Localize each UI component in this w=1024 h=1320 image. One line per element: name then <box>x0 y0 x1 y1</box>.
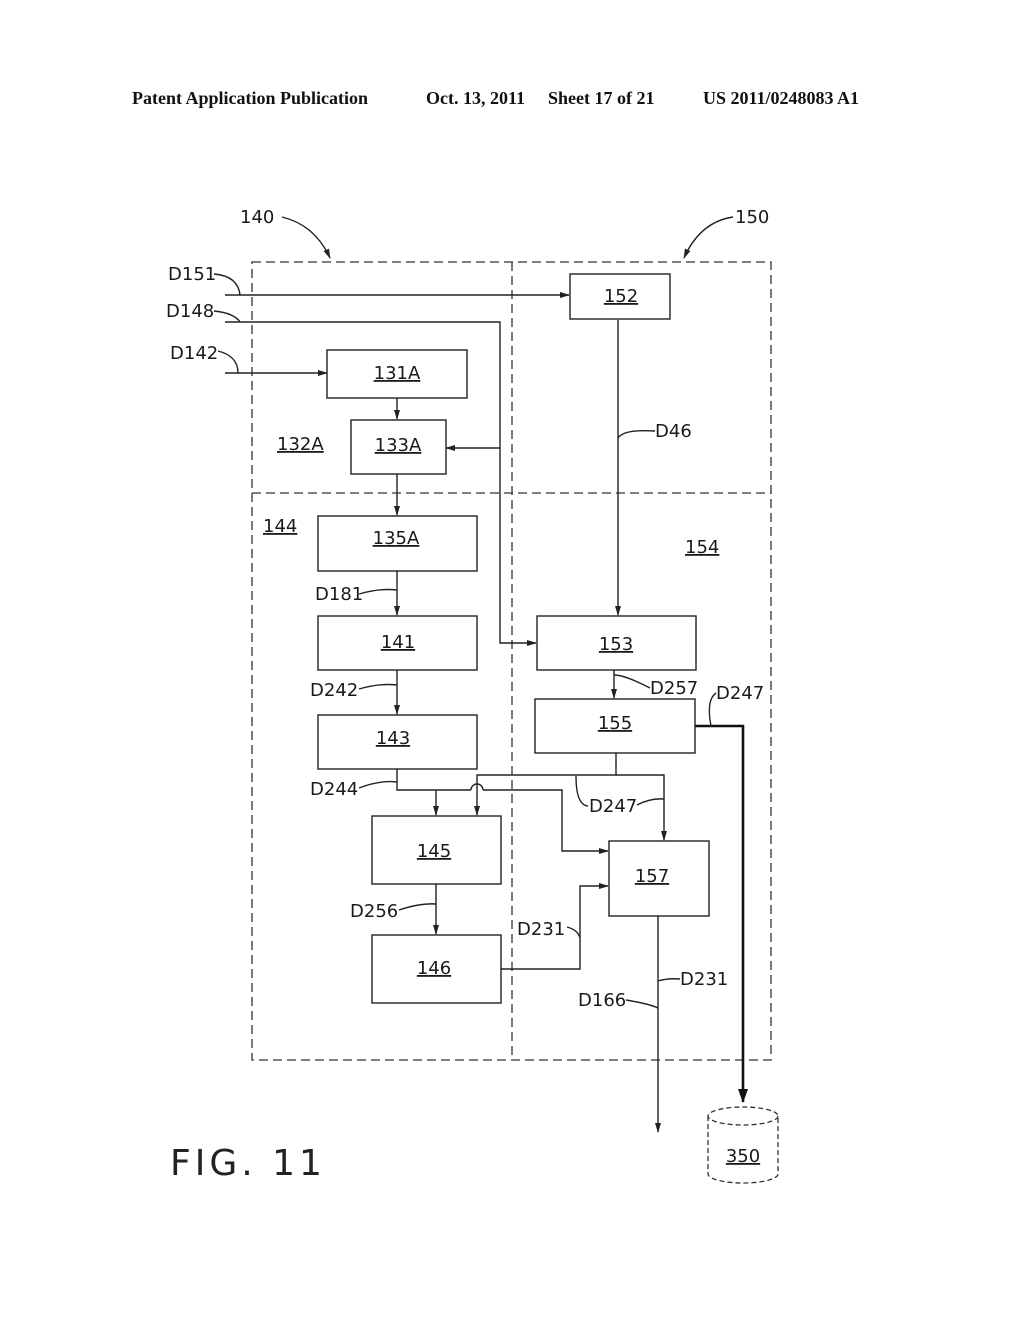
block-157: 157 <box>608 840 710 917</box>
block-145: 145 <box>371 815 502 885</box>
signal-label-d151: D151 <box>168 264 216 285</box>
signal-label-d166: D166 <box>578 990 626 1011</box>
block-label-133A: 133A <box>375 435 422 456</box>
signal-label-d256: D256 <box>350 901 398 922</box>
region-label-132A: 132A <box>277 434 324 455</box>
region-label-140: 140 <box>240 207 274 228</box>
block-label-145: 145 <box>417 841 451 862</box>
block-label-153: 153 <box>599 634 633 655</box>
line-d244 <box>396 769 471 791</box>
database-label-350: 350 <box>726 1146 760 1167</box>
block-label-131A: 131A <box>374 363 421 384</box>
leader-140 <box>281 216 331 259</box>
block-label-146: 146 <box>417 958 451 979</box>
signal-label-d46: D46 <box>655 421 692 442</box>
database-350: 350 <box>707 1106 779 1184</box>
block-141: 141 <box>317 615 478 671</box>
block-153: 153 <box>536 615 697 671</box>
block-diagram: 140 150 132A 144 154 D151 D148 D142 D46 … <box>166 207 779 1184</box>
block-label-155: 155 <box>598 713 632 734</box>
leader-150 <box>683 216 734 259</box>
block-label-135A: 135A <box>373 528 420 549</box>
region-label-154: 154 <box>685 537 719 558</box>
block-133A: 133A <box>350 419 447 475</box>
region-label-150: 150 <box>735 207 769 228</box>
signal-label-d231-left: D231 <box>517 919 565 940</box>
block-146: 146 <box>371 934 502 1004</box>
signal-label-d242: D242 <box>310 680 358 701</box>
block-label-143: 143 <box>376 728 410 749</box>
signal-label-d247-top: D247 <box>716 683 764 704</box>
signal-label-d148: D148 <box>166 301 214 322</box>
signal-label-d257: D257 <box>650 678 698 699</box>
block-131A: 131A <box>326 349 468 399</box>
region-label-144: 144 <box>263 516 297 537</box>
signal-label-d244: D244 <box>310 779 358 800</box>
signal-label-d247-mid: D247 <box>589 796 637 817</box>
block-152: 152 <box>569 273 671 320</box>
block-155: 155 <box>534 698 696 754</box>
signal-label-d181: D181 <box>315 584 363 605</box>
block-135A: 135A <box>317 515 478 572</box>
block-label-157: 157 <box>635 866 669 887</box>
signal-label-d231-right: D231 <box>680 969 728 990</box>
figure-label: FIG. 11 <box>170 1143 326 1184</box>
block-143: 143 <box>317 714 478 770</box>
block-label-141: 141 <box>381 632 415 653</box>
block-label-152: 152 <box>604 286 638 307</box>
signal-label-d142: D142 <box>170 343 218 364</box>
